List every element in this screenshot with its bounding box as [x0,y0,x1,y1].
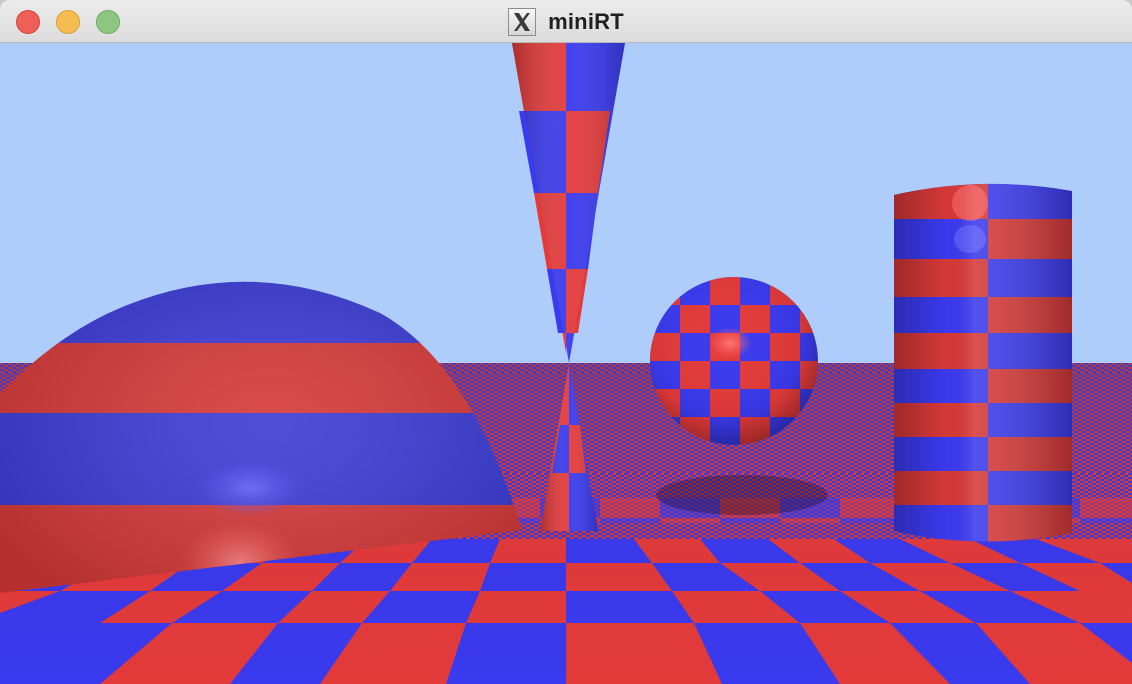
title-bar[interactable]: miniRT [0,0,1132,43]
checkered-cylinder [894,183,1072,542]
raytraced-scene [0,43,1132,684]
x11-icon [508,7,537,36]
sphere-shadow [656,475,828,515]
render-viewport [0,43,1132,684]
window-title: miniRT [548,8,624,34]
title-group: miniRT [0,0,1132,43]
app-window: miniRT [0,0,1132,684]
